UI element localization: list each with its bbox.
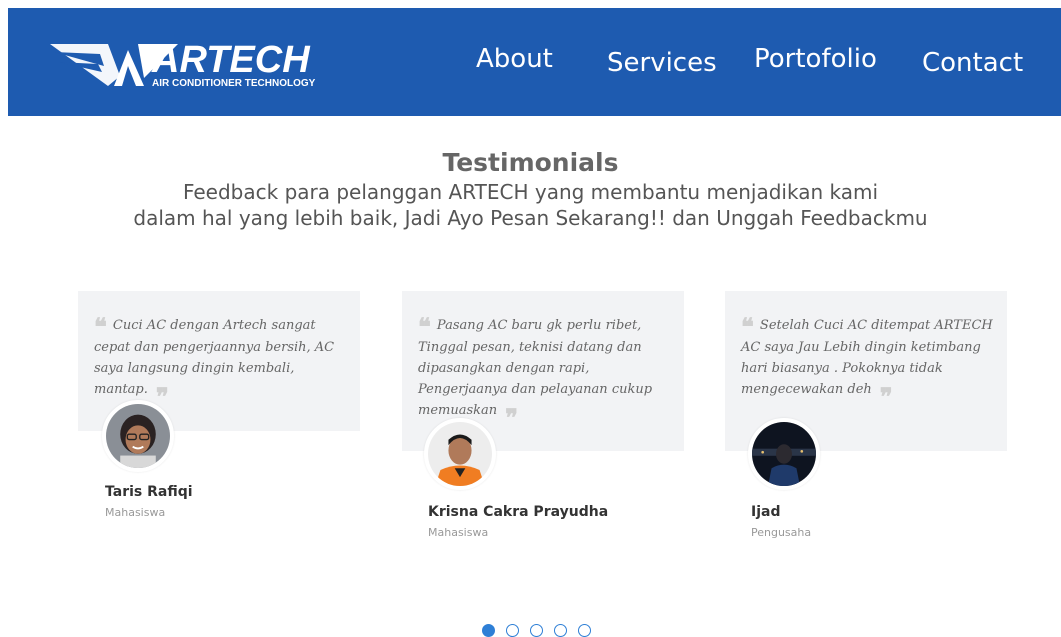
carousel-dot-3[interactable]: [530, 624, 543, 637]
quote-open-icon: ❝: [94, 312, 107, 341]
quote-close-icon: ❞: [505, 403, 519, 432]
section-title: Testimonials: [442, 148, 619, 177]
carousel-dot-2[interactable]: [506, 624, 519, 637]
testimonial-quote: Pasang AC baru gk perlu ribet, Tinggal p…: [418, 318, 653, 418]
header-navbar: ARTECH AIR CONDITIONER TECHNOLOGY About …: [8, 8, 1061, 116]
avatar-krisna: [424, 418, 496, 490]
testimonial-role: Mahasiswa: [105, 506, 166, 519]
carousel-dot-5[interactable]: [578, 624, 591, 637]
quote-open-icon: ❝: [741, 312, 754, 341]
testimonial-name: Krisna Cakra Prayudha: [428, 504, 609, 520]
logo-text: ARTECH: [151, 39, 311, 81]
testimonial-quote: Cuci AC dengan Artech sangat cepat dan p…: [94, 318, 335, 397]
quote-open-icon: ❝: [418, 312, 431, 341]
artech-logo[interactable]: ARTECH AIR CONDITIONER TECHNOLOGY: [48, 36, 368, 96]
nav-about[interactable]: About: [476, 44, 553, 74]
carousel-pagination: [482, 624, 591, 637]
testimonial-name: Ijad: [751, 504, 781, 520]
carousel-dot-4[interactable]: [554, 624, 567, 637]
testimonial-quote: Setelah Cuci AC ditempat ARTECH AC saya …: [741, 318, 993, 397]
section-subtitle-line1: Feedback para pelanggan ARTECH yang memb…: [182, 180, 879, 204]
avatar-taris: [102, 400, 174, 472]
section-subtitle-line2: dalam hal yang lebih baik, Jadi Ayo Pesa…: [133, 206, 928, 230]
nav-portofolio[interactable]: Portofolio: [754, 44, 877, 74]
logo-subtext: AIR CONDITIONER TECHNOLOGY: [152, 78, 316, 89]
testimonial-role: Pengusaha: [751, 526, 812, 539]
avatar-ijad: [748, 418, 820, 490]
carousel-dot-1[interactable]: [482, 624, 495, 637]
nav-contact[interactable]: Contact: [922, 48, 1023, 78]
nav-services[interactable]: Services: [607, 48, 717, 78]
testimonial-name: Taris Rafiqi: [105, 484, 193, 500]
quote-close-icon: ❞: [879, 382, 893, 411]
testimonial-role: Mahasiswa: [428, 526, 489, 539]
